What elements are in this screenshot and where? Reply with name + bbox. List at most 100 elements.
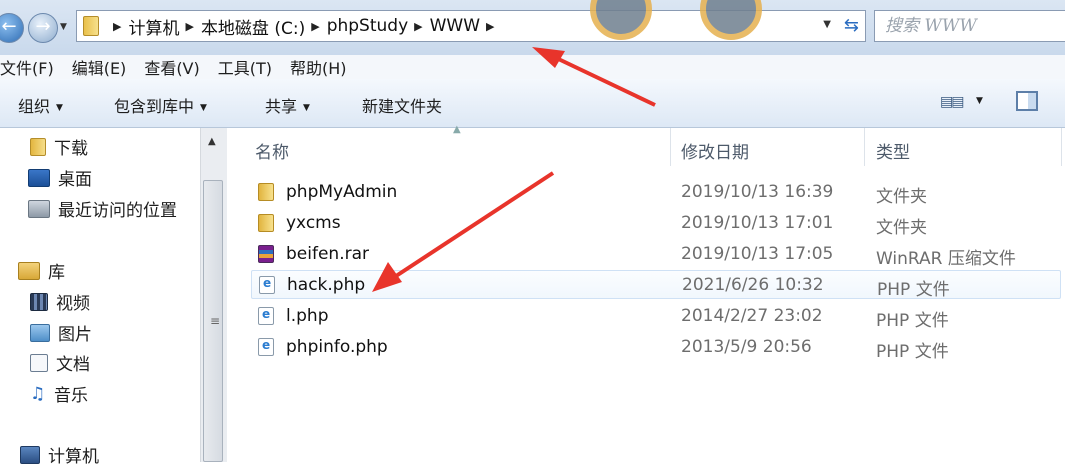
desktop-icon bbox=[28, 168, 50, 187]
column-header-modified[interactable]: 修改日期 bbox=[681, 138, 749, 163]
file-date: 2019/10/13 17:05 bbox=[681, 244, 834, 264]
file-row-phpinfo-php[interactable]: phpinfo.php 2013/5/9 20:56 PHP 文件 bbox=[251, 333, 1061, 362]
organize-button[interactable]: 组织 ▼ bbox=[18, 93, 63, 117]
include-in-library-button[interactable]: 包含到库中 ▼ bbox=[114, 93, 207, 117]
breadcrumb-www[interactable]: WWW bbox=[430, 16, 480, 36]
music-icon: ♫ bbox=[30, 383, 46, 404]
folder-icon bbox=[258, 183, 274, 201]
file-date: 2019/10/13 16:39 bbox=[681, 182, 834, 202]
file-type: 文件夹 bbox=[876, 218, 927, 238]
sort-ascending-icon: ▲ bbox=[453, 124, 461, 135]
sidebar-item-pictures[interactable]: 图片 bbox=[30, 320, 92, 345]
chevron-right-icon[interactable]: ▶ bbox=[414, 20, 422, 33]
sidebar-item-computer[interactable]: 计算机 bbox=[20, 442, 99, 467]
command-bar: 组织 ▼ 包含到库中 ▼ 共享 ▼ 新建文件夹 ▤▤ ▼ bbox=[0, 79, 1065, 128]
scroll-up-icon[interactable]: ▲ bbox=[208, 136, 216, 147]
file-date: 2014/2/27 23:02 bbox=[681, 306, 823, 326]
videos-icon bbox=[30, 292, 48, 311]
address-toolbar: ← → ▼ ▶ 计算机 ▶ 本地磁盘 (C:) ▶ phpStudy ▶ WWW… bbox=[0, 0, 1065, 55]
file-row-beifen-rar[interactable]: beifen.rar 2019/10/13 17:05 WinRAR 压缩文件 bbox=[251, 240, 1061, 269]
grip-icon: ≡ bbox=[210, 314, 221, 328]
chevron-right-icon[interactable]: ▶ bbox=[185, 20, 193, 33]
organize-label: 组织 bbox=[18, 97, 51, 116]
file-name: beifen.rar bbox=[286, 244, 369, 264]
navigation-pane: 下载 桌面 最近访问的位置 库 视频 图片 文档 ♫ 音乐 计算机 bbox=[0, 128, 200, 467]
sidebar-item-music[interactable]: ♫ 音乐 bbox=[30, 381, 88, 406]
change-view-icon[interactable]: ▤▤ bbox=[940, 94, 965, 110]
navigation-scrollbar[interactable]: ▲ ≡ bbox=[200, 128, 228, 462]
menu-help[interactable]: 帮助(H) bbox=[290, 55, 347, 79]
chevron-right-icon[interactable]: ▶ bbox=[311, 20, 319, 33]
computer-icon bbox=[20, 445, 40, 464]
sidebar-item-label: 文档 bbox=[56, 355, 90, 375]
breadcrumb-computer[interactable]: 计算机 bbox=[128, 14, 179, 39]
menu-tools[interactable]: 工具(T) bbox=[218, 55, 272, 79]
forward-button[interactable]: → bbox=[28, 13, 58, 43]
sidebar-item-downloads[interactable]: 下载 bbox=[30, 134, 88, 159]
chevron-down-icon: ▼ bbox=[200, 103, 207, 113]
chevron-down-icon: ▼ bbox=[56, 103, 63, 113]
file-type: 文件夹 bbox=[876, 187, 927, 207]
documents-icon bbox=[30, 353, 48, 372]
downloads-folder-icon bbox=[30, 137, 46, 156]
view-options-dropdown-icon[interactable]: ▼ bbox=[976, 96, 983, 106]
sidebar-item-documents[interactable]: 文档 bbox=[30, 350, 90, 375]
chevron-right-icon[interactable]: ▶ bbox=[486, 20, 494, 33]
recent-places-icon bbox=[28, 199, 50, 218]
menu-edit[interactable]: 编辑(E) bbox=[72, 55, 127, 79]
sidebar-item-videos[interactable]: 视频 bbox=[30, 289, 90, 314]
sidebar-item-recent-places[interactable]: 最近访问的位置 bbox=[28, 196, 177, 221]
file-row-yxcms[interactable]: yxcms 2019/10/13 17:01 文件夹 bbox=[251, 209, 1061, 238]
library-icon bbox=[18, 261, 40, 280]
column-divider[interactable] bbox=[670, 128, 671, 166]
refresh-icon[interactable]: ⇆ bbox=[844, 15, 859, 36]
search-input[interactable]: 搜索 WWW bbox=[874, 10, 1065, 42]
file-name: phpMyAdmin bbox=[286, 182, 398, 202]
sidebar-item-label: 最近访问的位置 bbox=[58, 201, 177, 221]
recent-pages-dropdown-icon[interactable]: ▼ bbox=[60, 22, 67, 32]
breadcrumb-phpstudy[interactable]: phpStudy bbox=[327, 16, 408, 36]
preview-pane-icon[interactable] bbox=[1016, 91, 1038, 111]
file-date: 2019/10/13 17:01 bbox=[681, 213, 834, 233]
sidebar-item-label: 视频 bbox=[56, 294, 90, 314]
sidebar-item-label: 桌面 bbox=[58, 170, 92, 190]
file-type: PHP 文件 bbox=[877, 280, 950, 300]
file-row-l-php[interactable]: l.php 2014/2/27 23:02 PHP 文件 bbox=[251, 302, 1061, 331]
sidebar-item-label: 下载 bbox=[54, 139, 88, 159]
include-in-library-label: 包含到库中 bbox=[114, 97, 195, 116]
folder-icon bbox=[83, 16, 99, 36]
sidebar-item-label: 库 bbox=[48, 263, 65, 283]
folder-icon bbox=[258, 214, 274, 232]
menu-view[interactable]: 查看(V) bbox=[144, 55, 199, 79]
sidebar-item-desktop[interactable]: 桌面 bbox=[28, 165, 92, 190]
column-header-name[interactable]: 名称 bbox=[255, 138, 289, 163]
breadcrumb-local-disk[interactable]: 本地磁盘 (C:) bbox=[201, 14, 305, 39]
pictures-icon bbox=[30, 323, 50, 342]
file-name: yxcms bbox=[286, 213, 341, 233]
share-button[interactable]: 共享 ▼ bbox=[265, 93, 310, 117]
share-label: 共享 bbox=[265, 97, 298, 116]
php-file-icon bbox=[258, 338, 274, 356]
sidebar-item-label: 音乐 bbox=[54, 386, 88, 406]
chevron-right-icon[interactable]: ▶ bbox=[113, 20, 121, 33]
file-date: 2013/5/9 20:56 bbox=[681, 337, 812, 357]
file-row-hack-php[interactable]: hack.php 2021/6/26 10:32 PHP 文件 bbox=[251, 270, 1061, 300]
back-button[interactable]: ← bbox=[0, 13, 24, 43]
file-type: WinRAR 压缩文件 bbox=[876, 249, 1016, 269]
menu-bar: 文件(F) 编辑(E) 查看(V) 工具(T) 帮助(H) bbox=[0, 55, 1065, 79]
column-divider[interactable] bbox=[1061, 128, 1062, 166]
new-folder-button[interactable]: 新建文件夹 bbox=[362, 93, 442, 117]
sidebar-item-libraries[interactable]: 库 bbox=[18, 258, 65, 283]
chevron-down-icon: ▼ bbox=[303, 103, 310, 113]
php-file-icon bbox=[258, 307, 274, 325]
winrar-archive-icon bbox=[258, 245, 274, 263]
column-divider[interactable] bbox=[864, 128, 865, 166]
sidebar-item-label: 图片 bbox=[58, 325, 92, 345]
column-header-type[interactable]: 类型 bbox=[876, 138, 910, 163]
menu-file[interactable]: 文件(F) bbox=[0, 55, 54, 79]
scrollbar-thumb[interactable]: ≡ bbox=[203, 180, 223, 462]
address-history-dropdown-icon[interactable]: ▼ bbox=[823, 19, 831, 30]
file-type: PHP 文件 bbox=[876, 342, 949, 362]
file-name: l.php bbox=[286, 306, 329, 326]
file-row-phpmyadmin[interactable]: phpMyAdmin 2019/10/13 16:39 文件夹 bbox=[251, 178, 1061, 207]
